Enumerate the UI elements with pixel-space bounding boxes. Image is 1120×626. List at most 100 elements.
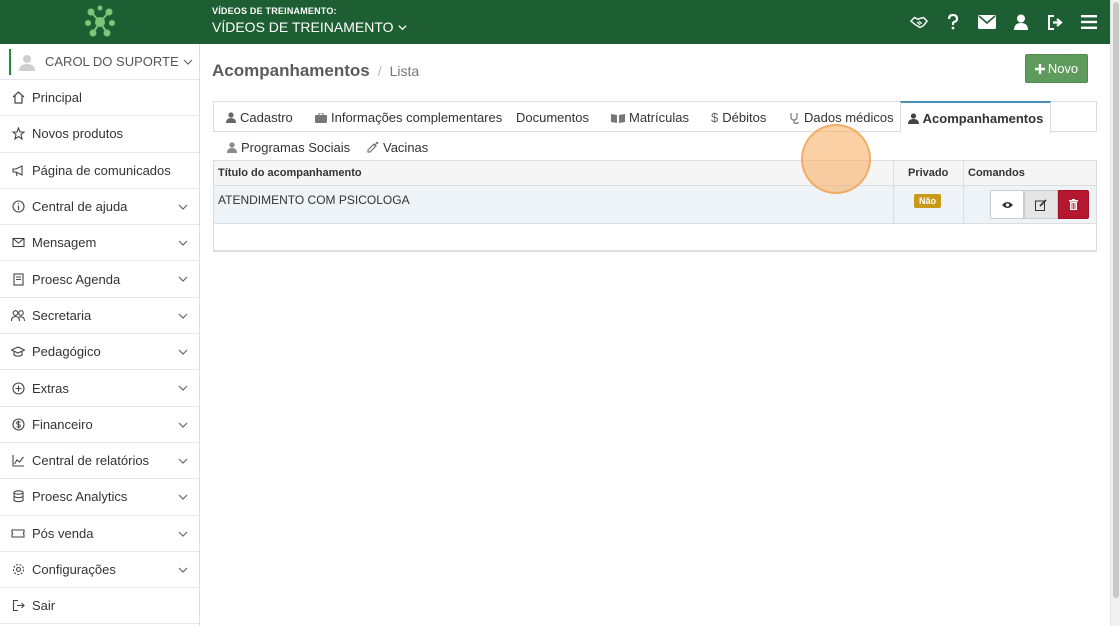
tab-label: Cadastro xyxy=(240,110,293,125)
new-button-label: Novo xyxy=(1047,61,1079,76)
graduation-cap-icon xyxy=(11,345,25,359)
edit-button[interactable] xyxy=(1024,190,1058,219)
school-name: VÍDEOS DE TREINAMENTO xyxy=(212,19,394,35)
logo[interactable] xyxy=(0,0,200,44)
tab-debitos[interactable]: $ Débitos xyxy=(711,102,766,133)
envelope-icon[interactable] xyxy=(978,13,996,31)
sidebar-item-label: Central de ajuda xyxy=(32,199,128,215)
tab-documentos[interactable]: Documentos xyxy=(516,102,589,133)
user-icon[interactable] xyxy=(1012,13,1030,31)
edit-icon xyxy=(1035,198,1047,211)
help-icon[interactable] xyxy=(944,13,962,31)
sidebar-item-sair[interactable]: Sair xyxy=(0,588,199,625)
menu-icon[interactable] xyxy=(1080,13,1098,31)
sidebar-item-label: Página de comunicados xyxy=(32,162,171,178)
tab-matriculas[interactable]: Matrículas xyxy=(611,102,689,133)
database-icon xyxy=(11,490,25,504)
star-icon xyxy=(11,127,25,141)
sidebar-item-principal[interactable]: Principal xyxy=(0,80,199,117)
tab-label: Dados médicos xyxy=(804,110,894,125)
column-header-private: Privado xyxy=(908,167,949,179)
sidebar-item-novos-produtos[interactable]: Novos produtos xyxy=(0,116,199,153)
sidebar: CAROL DO SUPORTE Principal Novos produtos… xyxy=(0,44,200,626)
tab-label: Matrículas xyxy=(629,110,689,125)
new-button[interactable]: Novo xyxy=(1025,54,1088,83)
tab-informacoes-complementares[interactable]: Informações complementares xyxy=(315,102,502,133)
sidebar-item-label: Novos produtos xyxy=(32,126,124,142)
school-label: VÍDEOS DE TREINAMENTO: xyxy=(212,6,337,16)
chevron-down-icon xyxy=(178,381,188,396)
sidebar-item-central-de-ajuda[interactable]: Central de ajuda xyxy=(0,189,199,226)
plus-circle-icon xyxy=(11,381,25,395)
tab-label: Documentos xyxy=(516,110,589,125)
chevron-down-icon xyxy=(183,59,193,65)
sidebar-item-label: Sair xyxy=(32,598,56,614)
chevron-down-icon xyxy=(178,200,188,215)
stethoscope-icon xyxy=(790,112,799,124)
sidebar-item-proesc-agenda[interactable]: Proesc Agenda xyxy=(0,261,199,298)
sidebar-item-label: Financeiro xyxy=(32,416,93,432)
chevron-down-icon xyxy=(178,418,188,433)
users-icon xyxy=(227,141,237,153)
column-divider xyxy=(963,161,964,224)
users-icon xyxy=(11,308,25,322)
logout-icon[interactable] xyxy=(1046,13,1064,31)
chevron-down-icon xyxy=(178,272,188,287)
handshake-icon[interactable] xyxy=(910,13,928,31)
private-badge: Não xyxy=(914,194,942,208)
sidebar-item-pedagogico[interactable]: Pedagógico xyxy=(0,334,199,371)
user-menu[interactable]: CAROL DO SUPORTE xyxy=(0,44,199,80)
breadcrumb: Acompanhamentos / Lista xyxy=(212,61,419,81)
user-name: CAROL DO SUPORTE xyxy=(45,54,179,69)
sidebar-item-label: Principal xyxy=(32,90,82,106)
sidebar-item-proesc-analytics[interactable]: Proesc Analytics xyxy=(0,479,199,516)
sidebar-item-label: Mensagem xyxy=(32,235,97,251)
user-accent-bar xyxy=(9,48,11,75)
chevron-down-icon xyxy=(178,309,188,324)
info-icon xyxy=(11,200,25,214)
vertical-scrollbar[interactable] xyxy=(1110,0,1120,626)
tab-vacinas[interactable]: Vacinas xyxy=(367,133,428,161)
sidebar-item-pagina-de-comunicados[interactable]: Página de comunicados xyxy=(0,153,199,189)
acompanhamentos-table: Título do acompanhamento Privado Comando… xyxy=(213,160,1097,252)
tab-acompanhamentos[interactable]: Acompanhamentos xyxy=(900,101,1051,133)
avatar xyxy=(17,52,37,72)
scrollbar-thumb[interactable] xyxy=(1113,2,1119,598)
tab-programas-sociais[interactable]: Programas Sociais xyxy=(227,133,350,161)
chevron-down-icon xyxy=(397,24,407,30)
chevron-down-icon xyxy=(178,345,188,360)
tabs: Cadastro Informações complementares Docu… xyxy=(213,101,1097,160)
sidebar-item-central-de-relatorios[interactable]: Central de relatórios xyxy=(0,443,199,480)
ticket-icon xyxy=(11,526,25,540)
megaphone-icon xyxy=(11,163,25,177)
sidebar-item-configuracoes[interactable]: Configurações xyxy=(0,552,199,589)
tab-dados-medicos[interactable]: Dados médicos xyxy=(790,102,894,133)
sidebar-item-label: Pós venda xyxy=(32,525,94,541)
sidebar-item-financeiro[interactable]: Financeiro xyxy=(0,407,199,443)
user-doctor-icon xyxy=(907,112,919,124)
sidebar-item-mensagem[interactable]: Mensagem xyxy=(0,225,199,262)
eye-icon xyxy=(1001,201,1013,208)
sidebar-item-label: Proesc Agenda xyxy=(32,271,121,287)
plus-icon xyxy=(1034,63,1045,74)
chevron-down-icon xyxy=(178,527,188,542)
chevron-down-icon xyxy=(178,563,188,578)
chevron-down-icon xyxy=(178,236,188,251)
agenda-icon xyxy=(11,272,25,286)
tab-cadastro[interactable]: Cadastro xyxy=(226,102,293,133)
school-selector[interactable]: VÍDEOS DE TREINAMENTO: VÍDEOS DE TREINAM… xyxy=(212,6,407,35)
page-title: Acompanhamentos xyxy=(212,61,370,80)
main-content: Acompanhamentos / Lista Novo Cadastro In… xyxy=(200,44,1110,626)
sidebar-item-secretaria[interactable]: Secretaria xyxy=(0,298,199,335)
column-header-title: Título do acompanhamento xyxy=(218,167,362,179)
sidebar-item-pos-venda[interactable]: Pós venda xyxy=(0,516,199,552)
delete-button[interactable] xyxy=(1058,190,1089,219)
envelope-icon xyxy=(11,236,25,250)
row-title: ATENDIMENTO COM PSICOLOGA xyxy=(218,193,410,207)
view-button[interactable] xyxy=(990,190,1024,219)
sidebar-item-extras[interactable]: Extras xyxy=(0,370,199,407)
line-chart-icon xyxy=(11,454,25,468)
chevron-down-icon xyxy=(178,490,188,505)
tab-label: Vacinas xyxy=(383,139,429,155)
home-icon xyxy=(11,91,25,105)
